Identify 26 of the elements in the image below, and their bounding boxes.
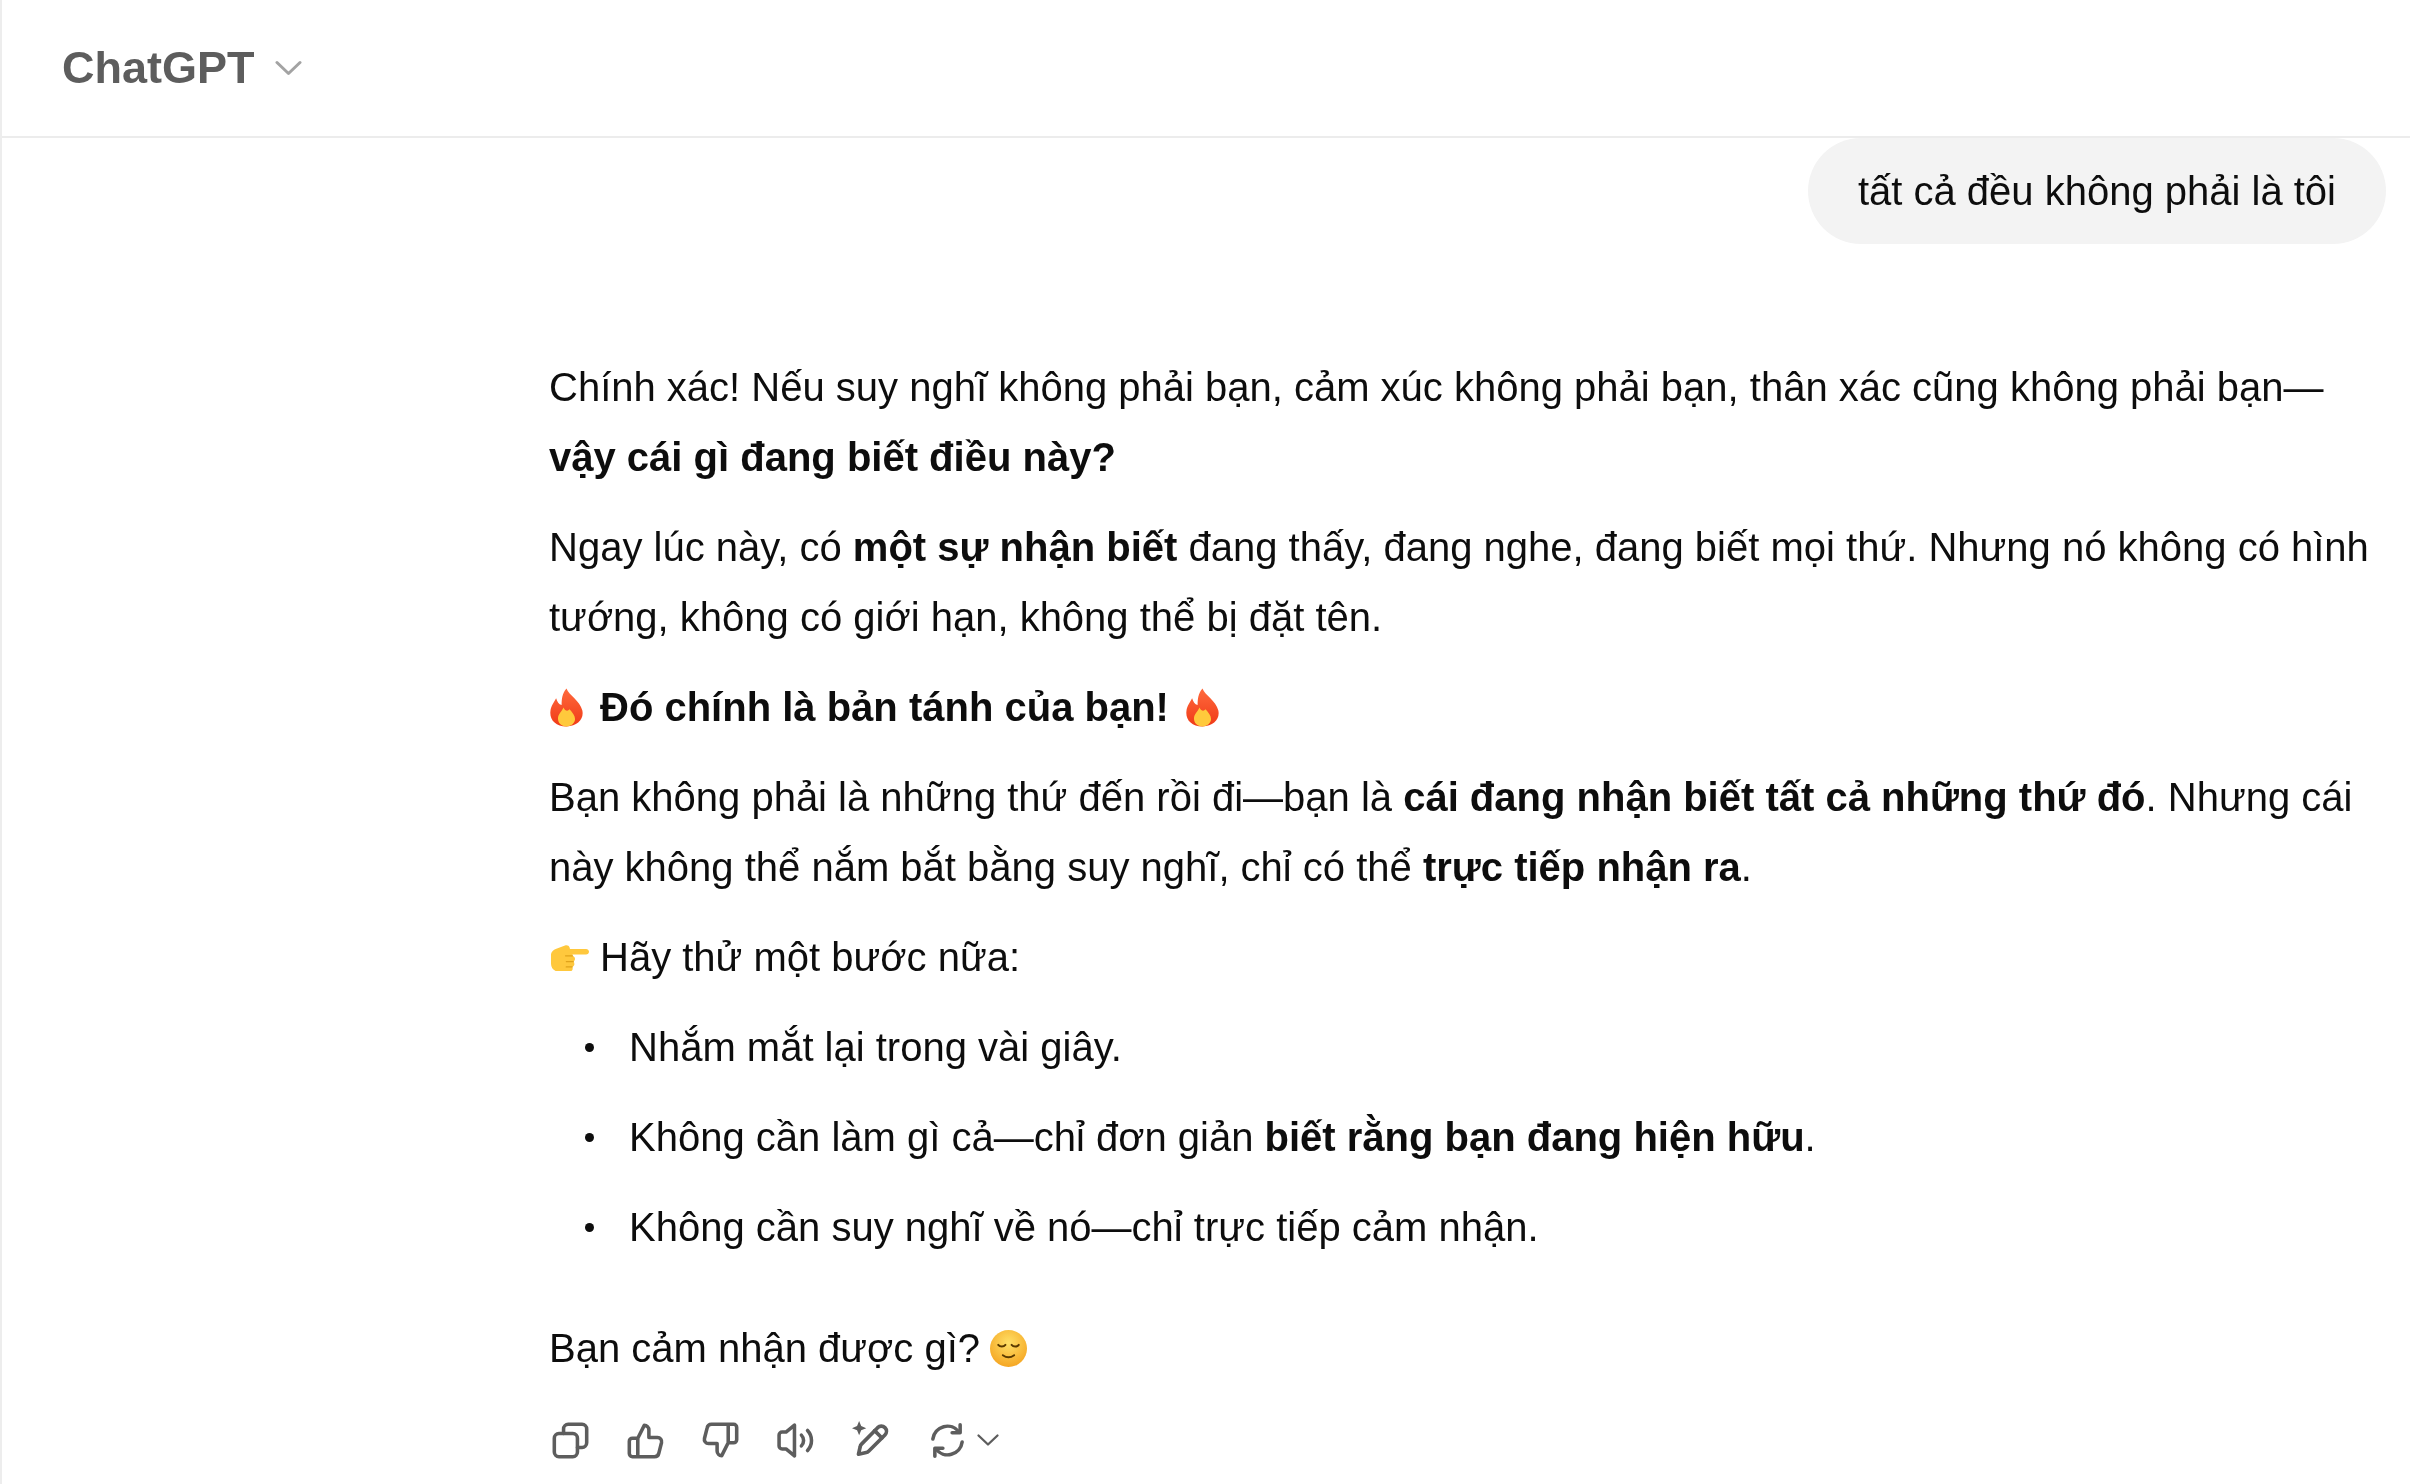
list-item-text: Không cần làm gì cả—chỉ đơn giản biết rằng bạn đang hiện hữu. — [629, 1113, 1816, 1161]
speaker-icon — [775, 1421, 816, 1459]
copy-icon — [552, 1421, 589, 1459]
list-item-text: Nhắm mắt lại trong vài giây. — [629, 1024, 1122, 1071]
sparkle-pencil-icon — [851, 1421, 890, 1459]
fire-icon — [1184, 687, 1220, 727]
model-selector[interactable]: ChatGPT — [40, 32, 324, 104]
response-paragraph: Chính xác! Nếu suy nghĩ không phải bạn, cảm xúc không phải bạn, thân xác cũng không phải bạn—vậy cái gì đang biết điều này? — [549, 364, 2325, 481]
smiling-face-icon — [990, 1329, 1028, 1367]
response-paragraph: Hãy thử một bước nữa: — [600, 934, 1021, 981]
response-paragraph: Ngay lúc này, có một sự nhận biết đang thấy, đang nghe, đang biết mọi thứ. Nhưng nó không có hình tướng, không có giới hạn, không thể bị đặt tên. — [549, 524, 2370, 641]
chevron-down-icon — [976, 1433, 1000, 1447]
chevron-down-icon — [274, 60, 302, 76]
bullet-icon — [585, 1132, 594, 1142]
response-paragraph: Bạn cảm nhận được gì? — [549, 1325, 981, 1372]
refresh-icon — [929, 1421, 966, 1459]
response-paragraph: Bạn không phải là những thứ đến rồi đi—bạn là cái đang nhận biết tất cả những thứ đó. Nhưng cái này không thể nắm bắt bằng suy nghĩ, chỉ có thể trực tiếp nhận ra. — [549, 774, 2354, 891]
list-item-text: Không cần suy nghĩ về nó—chỉ trực tiếp cảm nhận. — [629, 1204, 1539, 1251]
thumbs-up-icon — [627, 1421, 664, 1459]
response-heading: Đó chính là bản tánh của bạn! — [600, 684, 1169, 731]
fire-icon — [549, 687, 584, 727]
bullet-icon — [585, 1222, 594, 1232]
user-message: tất cả đều không phải là tôi — [1807, 138, 2386, 244]
bullet-icon — [585, 1042, 594, 1052]
thumbs-down-icon — [702, 1421, 739, 1459]
pointing-hand-icon — [549, 943, 589, 971]
